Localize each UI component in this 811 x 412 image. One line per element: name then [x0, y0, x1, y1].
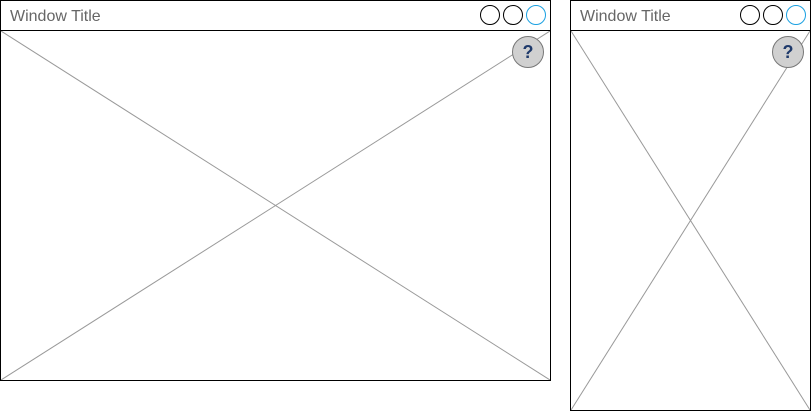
window-left: Window Title ? [0, 0, 551, 381]
close-button[interactable] [786, 5, 806, 25]
title-bar[interactable]: Window Title [571, 1, 810, 31]
image-placeholder [1, 31, 550, 380]
window-title: Window Title [10, 8, 101, 25]
content-area: ? [1, 31, 550, 380]
window-controls [480, 5, 546, 27]
title-bar[interactable]: Window Title [1, 1, 550, 31]
help-icon: ? [782, 41, 794, 62]
maximize-button[interactable] [503, 5, 523, 25]
close-button[interactable] [526, 5, 546, 25]
content-area: ? [571, 31, 810, 410]
minimize-button[interactable] [480, 5, 500, 25]
window-right: Window Title ? [570, 0, 811, 411]
help-button[interactable]: ? [512, 36, 544, 68]
window-title: Window Title [580, 8, 671, 25]
window-controls [740, 5, 806, 27]
minimize-button[interactable] [740, 5, 760, 25]
maximize-button[interactable] [763, 5, 783, 25]
help-button[interactable]: ? [772, 36, 804, 68]
image-placeholder [571, 31, 810, 410]
help-icon: ? [522, 41, 534, 62]
